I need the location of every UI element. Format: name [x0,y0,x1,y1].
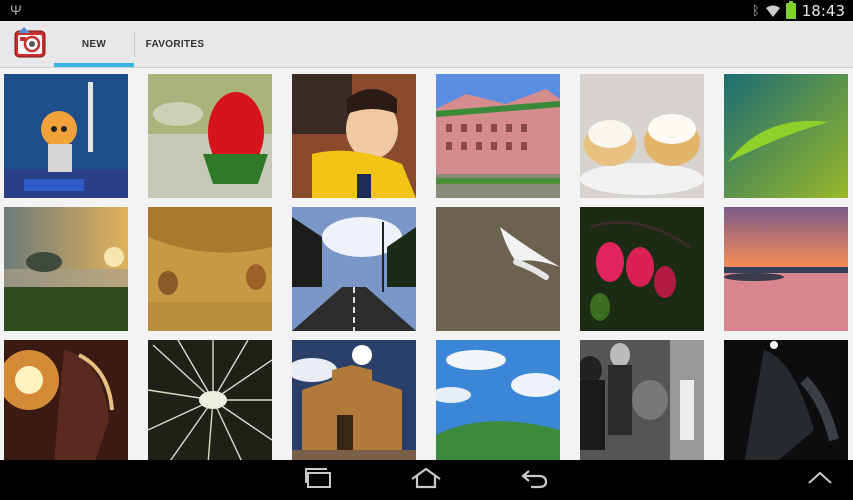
photo-thumbnail[interactable] [292,74,416,198]
photo-thumbnail[interactable] [724,74,848,198]
home-icon [409,467,443,494]
photo-thumbnail[interactable] [436,207,560,331]
photo-thumbnail[interactable] [148,340,272,460]
wifi-icon [765,5,780,17]
photo-thumbnail[interactable] [580,207,704,331]
photo-thumbnail[interactable] [436,74,560,198]
photo-thumbnail[interactable] [4,340,128,460]
photo-thumbnail[interactable] [148,207,272,331]
photo-thumbnail[interactable] [148,74,272,198]
photo-thumbnail[interactable] [292,340,416,460]
navigation-bar [0,460,853,500]
photo-thumbnail[interactable] [4,74,128,198]
tab-favorites[interactable]: FAVORITES [135,21,215,67]
chevron-up-icon [807,470,833,491]
photo-thumbnail[interactable] [580,74,704,198]
usb-icon: Ψ [10,2,22,18]
bluetooth-icon: ᛒ [751,3,760,18]
photo-thumbnail[interactable] [580,340,704,460]
action-bar: NEW FAVORITES [0,21,853,68]
tab-new-label: NEW [81,38,107,50]
back-button[interactable] [514,466,554,494]
tab-favorites-label: FAVORITES [145,38,205,50]
photo-thumbnail[interactable] [724,207,848,331]
recent-apps-button[interactable] [298,466,338,494]
recent-apps-icon [303,467,333,494]
status-clock: 18:43 [801,1,845,20]
photo-thumbnail[interactable] [724,340,848,460]
tab-new[interactable]: NEW [54,21,134,67]
photo-thumbnail[interactable] [292,207,416,331]
photo-grid [4,74,853,460]
tab-selected-indicator [54,63,134,67]
status-bar: Ψ ᛒ 18:43 [0,0,853,21]
battery-icon [785,0,796,19]
photo-thumbnail[interactable] [436,340,560,460]
menu-expand-button[interactable] [800,466,840,494]
photo-thumbnail[interactable] [4,207,128,331]
back-icon [519,467,549,494]
home-button[interactable] [406,466,446,494]
app-camera-icon[interactable] [12,25,48,61]
